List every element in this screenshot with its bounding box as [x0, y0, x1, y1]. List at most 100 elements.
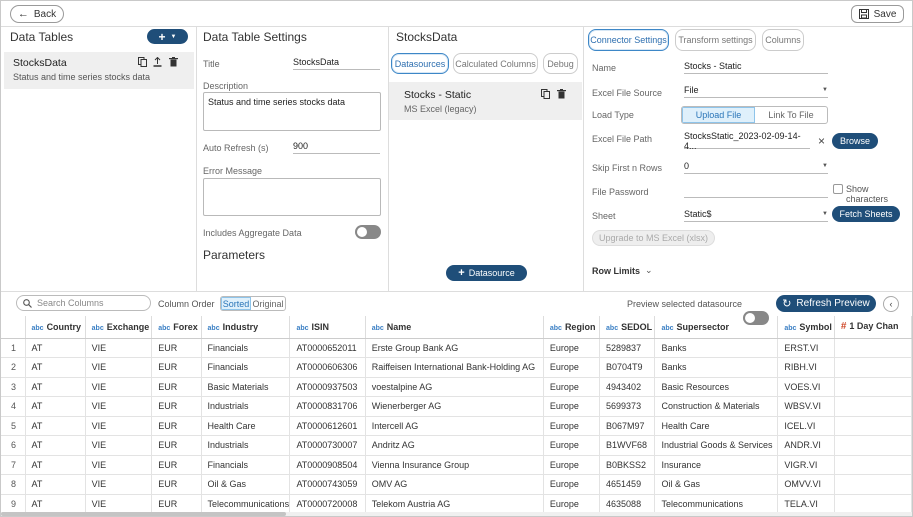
- back-button[interactable]: ← Back: [10, 5, 64, 23]
- column-header[interactable]: abc Exchange: [85, 316, 153, 339]
- table-cell: ERST.VI: [777, 338, 835, 358]
- column-header-label: Supersector: [676, 321, 730, 332]
- table-row[interactable]: 2 AT VIE EUR Financials AT0000606306 Raiffeise…: [1, 357, 912, 378]
- tab-connector-settings[interactable]: Connector Settings: [588, 29, 669, 51]
- table-row[interactable]: 7 AT VIE EUR Financials AT0000908504 Vienna In…: [1, 455, 912, 475]
- aggregate-toggle[interactable]: [355, 225, 381, 239]
- save-label: Save: [873, 8, 897, 20]
- table-cell: EUR: [151, 435, 202, 456]
- clear-icon[interactable]: ×: [818, 134, 825, 148]
- table-cell: VIE: [85, 416, 153, 436]
- chevron-down-icon[interactable]: ⌄: [645, 265, 653, 276]
- column-header-label: Name: [386, 321, 412, 332]
- settings-heading: Data Table Settings: [203, 30, 307, 44]
- title-input[interactable]: StocksData: [293, 54, 380, 70]
- back-label: Back: [33, 8, 57, 20]
- sorted-option[interactable]: Sorted: [221, 297, 252, 310]
- skip-rows-select[interactable]: 0 ▼: [684, 158, 828, 174]
- collapse-chevron-icon[interactable]: ‹: [883, 296, 899, 312]
- sheet-select[interactable]: Static$ ▼: [684, 206, 828, 222]
- table-cell: OMVV.VI: [777, 474, 835, 495]
- row-limits-label[interactable]: Row Limits: [592, 266, 640, 276]
- column-header[interactable]: abc Symbol: [777, 316, 835, 339]
- copy-icon[interactable]: [541, 89, 550, 99]
- trash-icon[interactable]: [169, 57, 178, 67]
- auto-refresh-input[interactable]: 900: [293, 138, 380, 154]
- column-header[interactable]: abc Name: [365, 316, 544, 339]
- table-row[interactable]: 5 AT VIE EUR Health Care AT0000612601 Intercel…: [1, 416, 912, 436]
- add-datasource-button[interactable]: + Datasource: [446, 265, 527, 281]
- table-row[interactable]: 6 AT VIE EUR Industrials AT0000730007 Andritz …: [1, 435, 912, 456]
- text-type-icon: abc: [207, 324, 220, 332]
- text-type-icon: abc: [91, 324, 104, 332]
- save-button[interactable]: Save: [851, 5, 904, 23]
- divider-1: [196, 27, 197, 291]
- text-type-icon: abc: [371, 324, 384, 332]
- data-table-name: StocksData: [13, 57, 67, 69]
- tab-columns[interactable]: Columns: [762, 29, 804, 51]
- table-row[interactable]: 9 AT VIE EUR Telecommunications AT0000720008 T…: [1, 494, 912, 512]
- column-header[interactable]: abc Region: [543, 316, 601, 339]
- text-type-icon: abc: [31, 324, 44, 332]
- tab-debug[interactable]: Debug: [543, 53, 578, 74]
- preview-table: abc Country abc Exchange abc Forex abc Industry…: [1, 316, 912, 512]
- table-row[interactable]: 4 AT VIE EUR Industrials AT0000831706 Wienerbe…: [1, 396, 912, 417]
- column-header[interactable]: #1 Day Chan: [834, 316, 912, 339]
- add-datasource-label: Datasource: [468, 268, 515, 278]
- caret-down-icon: ▼: [822, 162, 828, 169]
- table-cell: VIE: [85, 435, 153, 456]
- file-password-label: File Password: [592, 187, 649, 197]
- tab-calculated-columns[interactable]: Calculated Columns: [453, 53, 538, 74]
- table-row[interactable]: 1 AT VIE EUR Financials AT0000652011 Erste Gro…: [1, 338, 912, 358]
- excel-source-value: File: [684, 84, 699, 95]
- original-option[interactable]: Original: [251, 297, 285, 310]
- column-header[interactable]: abc Supersector: [654, 316, 779, 339]
- file-password-input[interactable]: [684, 182, 828, 198]
- tab-transform-settings[interactable]: Transform settings: [675, 29, 756, 51]
- upload-file-option[interactable]: Upload File: [682, 107, 755, 123]
- column-header[interactable]: abc Industry: [201, 316, 291, 339]
- table-cell: [834, 474, 912, 495]
- search-columns-input[interactable]: Search Columns: [16, 295, 151, 311]
- copy-icon[interactable]: [138, 57, 147, 67]
- refresh-preview-button[interactable]: ↻ Refresh Preview: [776, 295, 876, 312]
- trash-icon[interactable]: [557, 89, 566, 99]
- horizontal-scrollbar[interactable]: [1, 512, 912, 516]
- column-header[interactable]: abc ISIN: [289, 316, 366, 339]
- link-to-file-option[interactable]: Link To File: [755, 107, 827, 123]
- tab-datasources[interactable]: Datasources: [391, 53, 449, 74]
- show-characters-checkbox[interactable]: [833, 184, 843, 194]
- column-header[interactable]: abc SEDOL: [599, 316, 656, 339]
- scrollbar-thumb[interactable]: [1, 512, 286, 516]
- column-header[interactable]: abc Forex: [151, 316, 202, 339]
- table-cell: VIE: [85, 357, 153, 378]
- export-icon[interactable]: [153, 57, 162, 67]
- table-row[interactable]: 3 AT VIE EUR Basic Materials AT0000937503 voes…: [1, 377, 912, 397]
- table-cell: Europe: [543, 435, 601, 456]
- upgrade-button[interactable]: Upgrade to MS Excel (xlsx): [592, 230, 715, 246]
- top-divider: [1, 26, 912, 27]
- add-table-button[interactable]: + ▼: [147, 29, 188, 44]
- table-row[interactable]: 8 AT VIE EUR Oil & Gas AT0000743059 OMV AG Euro…: [1, 474, 912, 495]
- error-message-textarea[interactable]: [203, 178, 381, 216]
- table-cell: Basic Materials: [201, 377, 291, 397]
- description-textarea[interactable]: Status and time series stocks data: [203, 92, 381, 131]
- table-cell: Europe: [543, 357, 601, 378]
- row-number: 7: [1, 455, 26, 475]
- table-cell: voestalpine AG: [365, 377, 544, 397]
- text-type-icon: abc: [296, 324, 309, 332]
- table-cell: Europe: [543, 396, 601, 417]
- column-header[interactable]: abc Country: [25, 316, 86, 339]
- file-path-input[interactable]: StocksStatic_2023-02-09-14-4...: [684, 131, 810, 151]
- row-number: 2: [1, 357, 26, 378]
- fetch-sheets-button[interactable]: Fetch Sheets: [832, 206, 900, 222]
- browse-button[interactable]: Browse: [832, 133, 878, 149]
- table-cell: Oil & Gas: [654, 474, 779, 495]
- table-cell: [834, 377, 912, 397]
- data-table-item[interactable]: StocksData Status and time series stocks…: [4, 52, 194, 89]
- table-cell: VIE: [85, 455, 153, 475]
- name-input[interactable]: Stocks - Static: [684, 58, 828, 74]
- table-cell: [834, 338, 912, 358]
- excel-source-select[interactable]: File ▼: [684, 82, 828, 98]
- datasource-item[interactable]: Stocks - Static MS Excel (legacy): [389, 82, 582, 120]
